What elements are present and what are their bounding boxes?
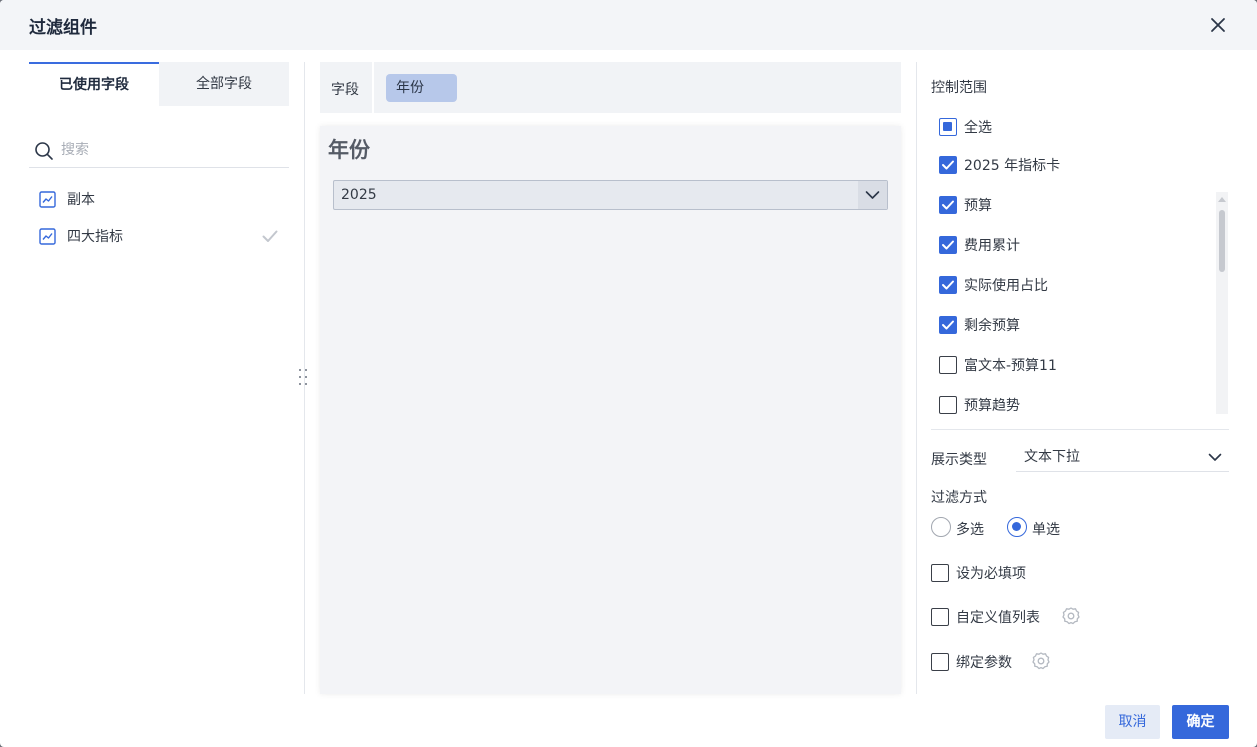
filter-preview: 年份 2025	[320, 126, 901, 694]
checkmark-icon	[941, 280, 954, 289]
settings-panel: 控制范围 全选 2025 年指标卡 预算 费用累计 实际使用占比 剩余预算 富文…	[931, 62, 1231, 694]
radio-selected[interactable]	[1007, 517, 1027, 537]
gear-icon[interactable]	[1061, 606, 1081, 626]
filter-mode-label: 过滤方式	[931, 490, 987, 506]
checkbox-unchecked[interactable]	[931, 564, 949, 582]
checkbox-unchecked[interactable]	[939, 396, 957, 414]
year-select[interactable]: 2025	[333, 180, 888, 210]
confirm-button[interactable]: 确定	[1172, 705, 1229, 739]
panel-divider	[916, 62, 917, 694]
select-arrow-button[interactable]	[858, 181, 887, 209]
scrollbar-thumb[interactable]	[1219, 210, 1225, 272]
resize-handle[interactable]	[296, 366, 310, 388]
option-label: 自定义值列表	[956, 610, 1040, 626]
field-drop-bar: 字段 年份	[320, 62, 901, 113]
cancel-button[interactable]: 取消	[1105, 705, 1160, 739]
option-label: 绑定参数	[956, 655, 1012, 671]
control-scope-list: 全选 2025 年指标卡 预算 费用累计 实际使用占比 剩余预算 富文本-预算1…	[931, 112, 1229, 414]
radio-label: 多选	[956, 522, 984, 538]
checkmark-icon	[941, 240, 954, 249]
filter-component-dialog: 过滤组件 已使用字段 全部字段 副本	[0, 0, 1257, 747]
scope-item-label: 预算趋势	[964, 398, 1020, 414]
close-button[interactable]	[1206, 13, 1230, 37]
section-divider	[931, 429, 1229, 430]
checkmark-icon	[262, 230, 278, 242]
field-item-copy[interactable]: 副本	[29, 184, 289, 214]
radio-label: 单选	[1032, 522, 1060, 538]
close-icon	[1211, 18, 1225, 32]
field-item-label: 四大指标	[67, 229, 123, 245]
tab-used-fields[interactable]: 已使用字段	[29, 62, 159, 106]
checkbox-partial[interactable]	[939, 118, 957, 136]
select-value: 2025	[341, 187, 377, 203]
radio-unselected[interactable]	[931, 517, 951, 537]
scope-item-label: 剩余预算	[964, 318, 1020, 334]
checkbox-checked[interactable]	[939, 196, 957, 214]
scope-list-scrollbar[interactable]	[1216, 192, 1228, 414]
checkmark-icon	[941, 160, 954, 169]
checkbox-unchecked[interactable]	[931, 608, 949, 626]
checkbox-checked[interactable]	[939, 276, 957, 294]
checkbox-checked[interactable]	[939, 236, 957, 254]
scope-item-label: 实际使用占比	[964, 278, 1048, 294]
scope-item-label: 全选	[964, 120, 992, 136]
field-bar-separator	[372, 62, 374, 113]
field-tabs: 已使用字段 全部字段	[29, 62, 289, 106]
display-type-dropdown[interactable]: 文本下拉	[1016, 442, 1229, 472]
display-type-value: 文本下拉	[1024, 449, 1080, 465]
checkmark-icon	[941, 320, 954, 329]
checkbox-unchecked[interactable]	[939, 356, 957, 374]
checkbox-unchecked[interactable]	[931, 653, 949, 671]
control-scope-label: 控制范围	[931, 80, 987, 96]
chart-field-icon	[39, 228, 56, 245]
checkbox-checked[interactable]	[939, 156, 957, 174]
scope-item-label: 预算	[964, 198, 992, 214]
dialog-title: 过滤组件	[29, 18, 97, 38]
tab-all-fields[interactable]: 全部字段	[159, 62, 289, 106]
chevron-down-icon	[1208, 453, 1222, 461]
checkbox-checked[interactable]	[939, 316, 957, 334]
search-input[interactable]	[61, 138, 281, 162]
scope-item-label: 2025 年指标卡	[964, 158, 1061, 174]
scroll-up-arrow[interactable]	[1218, 197, 1226, 202]
scope-item-label: 费用累计	[964, 238, 1020, 254]
dialog-header: 过滤组件	[0, 0, 1257, 50]
chart-field-icon	[39, 191, 56, 208]
preview-title: 年份	[328, 138, 370, 162]
display-type-label: 展示类型	[931, 452, 987, 468]
chevron-down-icon	[865, 191, 880, 199]
search-icon	[35, 142, 53, 160]
field-panel: 已使用字段 全部字段 副本 四大指标	[29, 62, 289, 694]
field-chip-year[interactable]: 年份	[386, 74, 457, 102]
search-box	[29, 134, 289, 168]
field-item-label: 副本	[67, 192, 95, 208]
field-item-four-indicators[interactable]: 四大指标	[29, 221, 289, 251]
option-label: 设为必填项	[956, 566, 1026, 582]
gear-icon[interactable]	[1031, 651, 1051, 671]
field-bar-label: 字段	[331, 82, 359, 98]
scope-item-label: 富文本-预算11	[964, 358, 1057, 374]
checkmark-icon	[941, 200, 954, 209]
